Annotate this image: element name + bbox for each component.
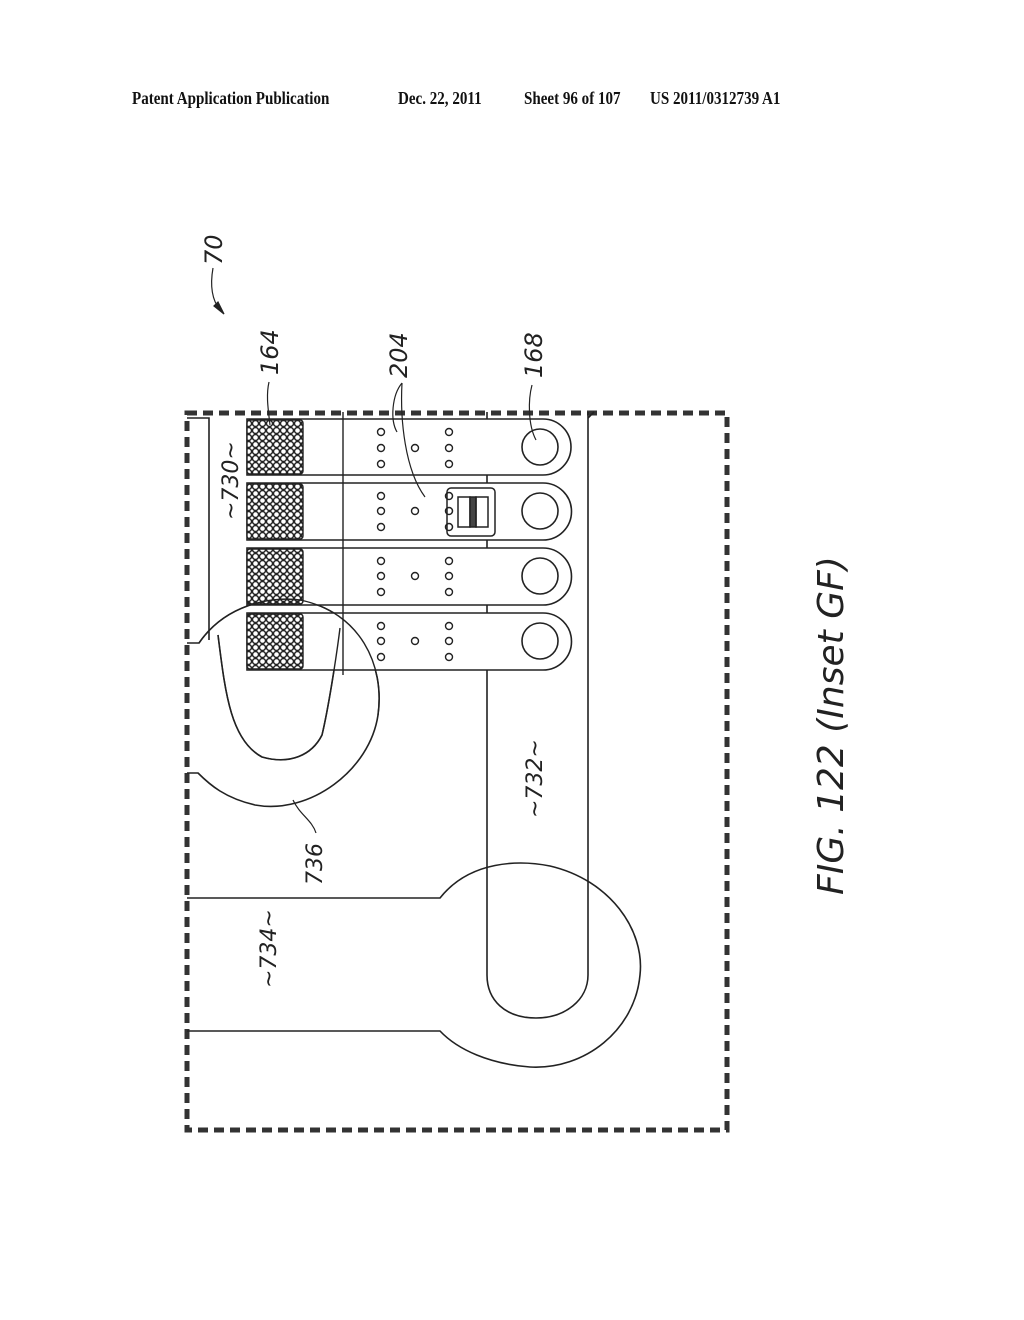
mesh-164 xyxy=(246,548,304,605)
mesh-164 xyxy=(246,613,304,670)
label-732: ~732~ xyxy=(523,739,548,818)
strip-4 xyxy=(246,612,573,671)
label-164: 164 xyxy=(256,329,284,375)
strip-2 xyxy=(246,482,573,541)
arrowhead-70 xyxy=(213,300,225,315)
label-734: ~734~ xyxy=(257,909,282,988)
mesh-164 xyxy=(246,483,304,540)
patent-figure: 70 164 204 168 ~730~ ~732~ ~734~ 736 FIG… xyxy=(184,234,852,1133)
figure-caption: FIG. 122 (Inset GF) xyxy=(811,556,852,895)
channel-734 xyxy=(187,862,642,1068)
label-70: 70 xyxy=(200,234,228,265)
leader-736 xyxy=(292,799,317,834)
label-736: 736 xyxy=(303,843,328,885)
mesh-164 xyxy=(246,419,304,475)
label-730: ~730~ xyxy=(219,441,244,520)
strip-1 xyxy=(246,418,572,476)
label-204: 204 xyxy=(385,332,413,378)
region-730-boundary xyxy=(187,417,210,640)
label-168: 168 xyxy=(520,332,548,378)
strip-3 xyxy=(246,547,573,606)
